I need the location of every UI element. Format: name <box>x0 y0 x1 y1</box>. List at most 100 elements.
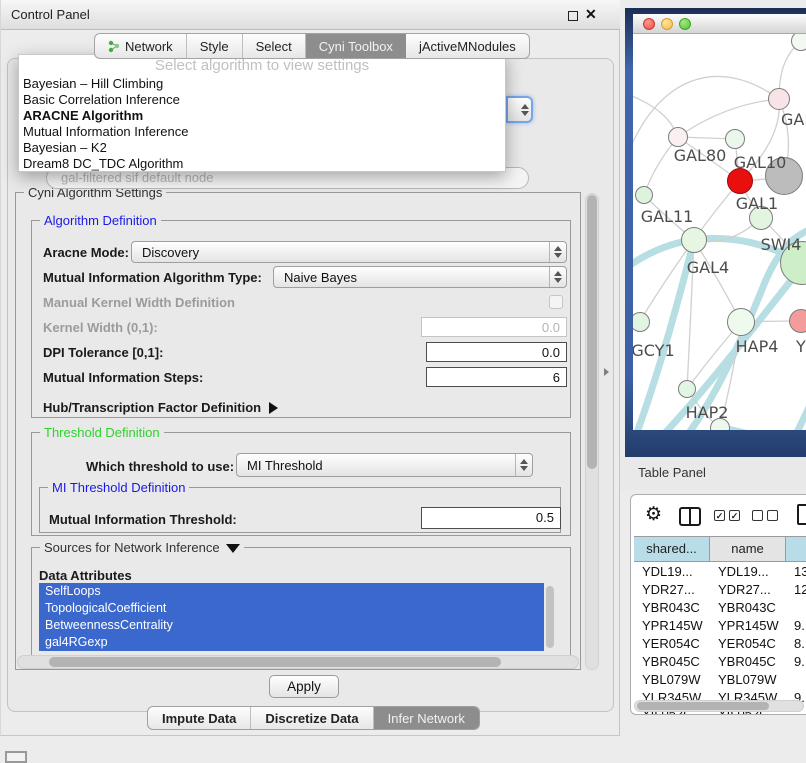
spinner-down-icon <box>554 253 562 258</box>
network-canvas[interactable]: GAL GAL80 GAL10 GAL1 GAL11 SWI4 GAL4 GCY… <box>633 34 806 430</box>
splitter-arrow-icon[interactable] <box>604 368 609 376</box>
algorithm-option[interactable]: Bayesian – Hill Climbing <box>19 76 505 92</box>
tab-impute-data[interactable]: Impute Data <box>148 707 251 729</box>
network-node[interactable] <box>768 88 790 110</box>
gear-icon[interactable]: ⚙ <box>645 503 662 526</box>
node-label: HAP2 <box>686 403 729 422</box>
table-row[interactable]: YDL19... YDL19... 13 <box>634 564 806 582</box>
control-panel-titlebar <box>1 0 620 30</box>
column-header-shared[interactable]: shared... <box>634 537 710 561</box>
table-row[interactable]: YDR27... YDR27... 12 <box>634 582 806 600</box>
attribute-list-scrollbar[interactable] <box>546 586 554 648</box>
tab-infer-network[interactable]: Infer Network <box>374 707 479 729</box>
chevron-down-icon <box>226 544 240 553</box>
attribute-item-selected[interactable]: gal4RGexp <box>39 634 544 651</box>
tab-cyni-toolbox[interactable]: Cyni Toolbox <box>306 34 406 58</box>
sources-toggle[interactable]: Sources for Network Inference <box>40 540 244 555</box>
spinner-down-icon <box>521 111 529 116</box>
spinner-up-icon <box>521 104 529 109</box>
kernel-width-field[interactable]: 0.0 <box>421 317 567 337</box>
data-attributes-label: Data Attributes <box>39 568 132 583</box>
node-label: HAP4 <box>736 337 779 356</box>
tab-jactivemnodules[interactable]: jActiveMNodules <box>406 34 529 58</box>
apply-button[interactable]: Apply <box>269 675 339 698</box>
node-label: SWI4 <box>761 235 802 254</box>
column-header-name[interactable]: name <box>710 537 786 561</box>
table-hscroll-thumb[interactable] <box>637 702 769 710</box>
mi-algorithm-type-combo[interactable]: Naive Bayes <box>273 266 567 288</box>
minimize-traffic-light[interactable] <box>661 18 673 30</box>
table-row[interactable]: YER054C YER054C 8. <box>634 636 806 654</box>
attribute-item-selected[interactable]: BetweennessCentrality <box>39 617 544 634</box>
aracne-mode-combo[interactable]: Discovery <box>131 241 567 263</box>
network-node-pink[interactable] <box>789 309 806 333</box>
network-node[interactable] <box>725 129 745 149</box>
network-window-titlebar <box>633 14 806 34</box>
algorithm-option[interactable]: Basic Correlation Inference <box>19 92 505 108</box>
algorithm-popup-placeholder: Select algorithm to view settings <box>19 56 505 76</box>
network-node[interactable] <box>727 308 755 336</box>
settings-hscroll-thumb[interactable] <box>49 657 501 667</box>
network-node[interactable] <box>678 380 696 398</box>
control-panel-tabs: Network Style Select Cyni Toolbox jActiv… <box>94 33 530 59</box>
algorithm-option[interactable]: Mutual Information Inference <box>19 124 505 140</box>
node-label: GAL1 <box>736 194 778 213</box>
table-row[interactable]: YBR043C YBR043C <box>634 600 806 618</box>
algorithm-option-selected[interactable]: ARACNE Algorithm <box>19 108 505 124</box>
node-label: Y <box>796 337 806 356</box>
spinner-down-icon <box>554 278 562 283</box>
table-row[interactable]: YBL079W YBL079W <box>634 672 806 690</box>
dpi-tolerance-label: DPI Tolerance [0,1]: <box>43 345 163 360</box>
float-window-icon[interactable] <box>568 11 578 21</box>
checked-box-icon[interactable]: ✓ <box>729 510 740 521</box>
mi-threshold-field[interactable]: 0.5 <box>421 507 561 529</box>
zoom-traffic-light[interactable] <box>679 18 691 30</box>
manual-kernel-width-label: Manual Kernel Width Definition <box>43 295 235 310</box>
chevron-right-icon <box>269 402 278 414</box>
column-header-extra[interactable] <box>786 537 806 561</box>
page-icon[interactable] <box>797 504 806 525</box>
checked-box-icon[interactable]: ✓ <box>714 510 725 521</box>
mi-steps-field[interactable]: 6 <box>426 367 567 387</box>
unchecked-box-icon[interactable] <box>752 510 763 521</box>
tab-style[interactable]: Style <box>187 34 243 58</box>
network-node[interactable] <box>668 127 688 147</box>
data-attributes-list: SelfLoops TopologicalCoefficient Between… <box>39 583 544 651</box>
tab-network-label: Network <box>125 39 173 54</box>
node-label: GAL10 <box>734 153 787 172</box>
columns-icon[interactable] <box>679 507 701 526</box>
close-icon[interactable]: ✕ <box>585 6 597 23</box>
manual-kernel-width-checkbox[interactable] <box>549 295 563 309</box>
group-title: MI Threshold Definition <box>48 480 189 495</box>
tab-discretize-data[interactable]: Discretize Data <box>251 707 373 729</box>
algorithm-option[interactable]: Dream8 DC_TDC Algorithm <box>19 156 505 172</box>
table-row[interactable]: YPR145W YPR145W 9. <box>634 618 806 636</box>
kernel-width-label: Kernel Width (0,1): <box>43 320 158 335</box>
hub-definition-toggle[interactable]: Hub/Transcription Factor Definition <box>43 400 278 415</box>
tab-select[interactable]: Select <box>243 34 306 58</box>
dpi-tolerance-field[interactable]: 0.0 <box>426 342 567 362</box>
node-label: GAL <box>781 110 806 129</box>
network-node[interactable] <box>635 186 653 204</box>
inference-algorithm-combo-fragment[interactable] <box>506 96 533 123</box>
algorithm-option[interactable]: Bayesian – K2 <box>19 140 505 156</box>
node-label: GAL4 <box>687 258 729 277</box>
attribute-item-selected[interactable]: SelfLoops <box>39 583 544 600</box>
tab-network[interactable]: Network <box>95 34 187 58</box>
close-traffic-light[interactable] <box>643 18 655 30</box>
network-node[interactable] <box>681 227 707 253</box>
which-threshold-combo[interactable]: MI Threshold <box>236 453 533 477</box>
spinner-up-icon <box>520 459 528 464</box>
spinner-down-icon <box>520 466 528 471</box>
table-row[interactable]: YBR045C YBR045C 9. <box>634 654 806 672</box>
control-panel-title: Control Panel <box>11 7 90 22</box>
attribute-item-selected[interactable]: TopologicalCoefficient <box>39 600 544 617</box>
table-header-row: shared... name <box>634 536 806 562</box>
unchecked-box-icon[interactable] <box>767 510 778 521</box>
mi-algorithm-type-label: Mutual Information Algorithm Type: <box>43 270 262 285</box>
settings-vscroll-thumb[interactable] <box>587 195 597 469</box>
network-icon <box>108 40 120 53</box>
algorithm-popup: Select algorithm to view settings Bayesi… <box>18 54 506 172</box>
minimized-panel-icon[interactable] <box>5 751 27 763</box>
group-title: Threshold Definition <box>40 425 164 440</box>
